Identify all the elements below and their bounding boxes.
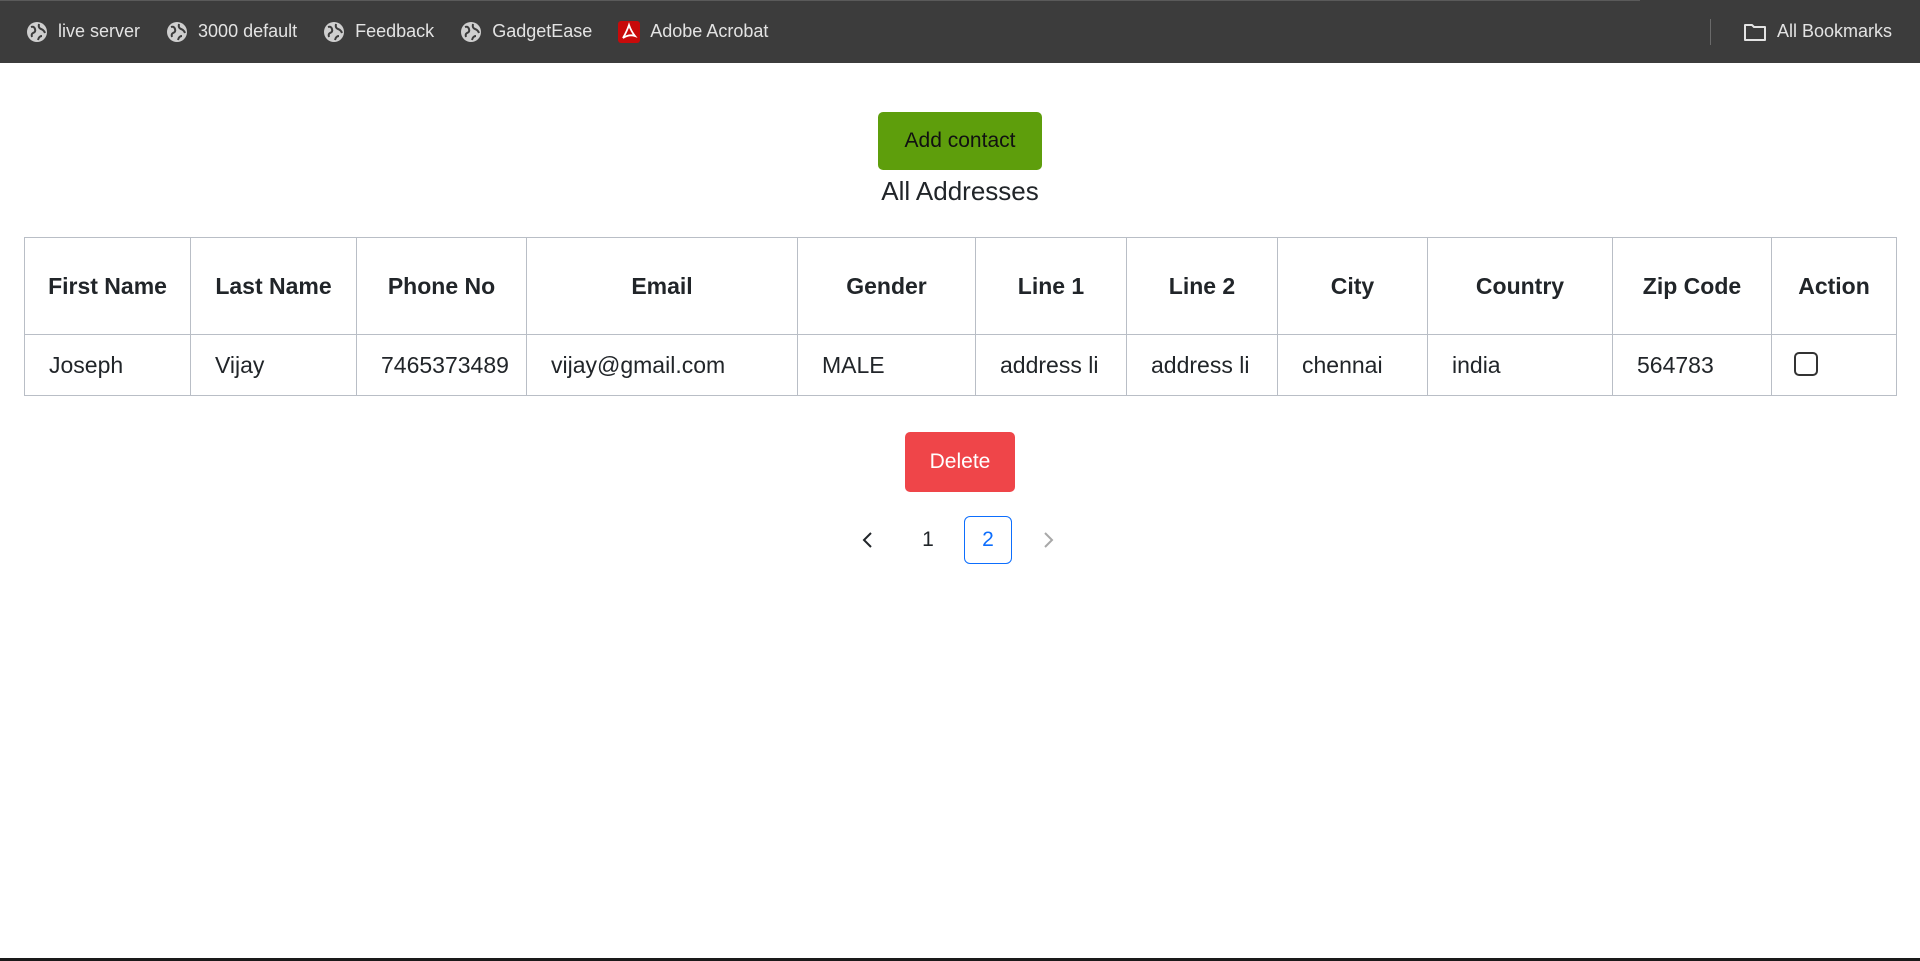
bookmark-live-server[interactable]: live server bbox=[18, 12, 148, 52]
bookmark-label: GadgetEase bbox=[492, 21, 593, 41]
column-header-line1: Line 1 bbox=[975, 237, 1127, 335]
add-contact-button[interactable]: Add contact bbox=[878, 112, 1042, 170]
column-header-line2: Line 2 bbox=[1126, 237, 1278, 335]
column-header-first-name: First Name bbox=[24, 237, 191, 335]
cell-country: india bbox=[1427, 334, 1613, 396]
cell-gender: MALE bbox=[797, 334, 976, 396]
bookmarks-bar: live server 3000 default Feedback Gadget… bbox=[0, 0, 1920, 63]
pagination-prev-button[interactable] bbox=[844, 516, 892, 564]
contacts-table: First Name Last Name Phone No Email Gend… bbox=[24, 237, 1897, 396]
all-bookmarks-label: All Bookmarks bbox=[1776, 21, 1892, 41]
pagination: 1 2 bbox=[844, 516, 1084, 564]
table-row: Joseph Vijay 7465373489 vijay@gmail.com … bbox=[24, 334, 1897, 396]
cell-zip: 564783 bbox=[1612, 334, 1772, 396]
cell-first-name: Joseph bbox=[24, 334, 191, 396]
cell-city: chennai bbox=[1277, 334, 1428, 396]
table-header-row: First Name Last Name Phone No Email Gend… bbox=[24, 237, 1897, 335]
cell-email: vijay@gmail.com bbox=[526, 334, 798, 396]
chevron-left-icon bbox=[862, 532, 872, 548]
bookmarks-divider bbox=[1709, 18, 1711, 45]
bookmark-gadgetease[interactable]: GadgetEase bbox=[452, 12, 600, 52]
bookmark-feedback[interactable]: Feedback bbox=[315, 12, 442, 52]
globe-icon bbox=[167, 21, 188, 42]
column-header-phone: Phone No bbox=[356, 237, 527, 335]
bookmark-label: Feedback bbox=[355, 21, 435, 41]
column-header-city: City bbox=[1277, 237, 1428, 335]
cell-line2: address li bbox=[1126, 334, 1278, 396]
pagination-page-1[interactable]: 1 bbox=[904, 516, 952, 564]
folder-icon bbox=[1743, 23, 1766, 41]
column-header-zip: Zip Code bbox=[1612, 237, 1772, 335]
chevron-right-icon bbox=[1044, 532, 1054, 548]
main-content: Add contact All Addresses First Name Las… bbox=[0, 63, 1920, 961]
cell-phone: 7465373489 bbox=[356, 334, 527, 396]
page-title: All Addresses bbox=[881, 176, 1039, 206]
column-header-email: Email bbox=[526, 237, 798, 335]
all-bookmarks-area: All Bookmarks bbox=[1709, 0, 1900, 63]
cell-line1: address li bbox=[975, 334, 1127, 396]
tab-strip-edge bbox=[0, 0, 1640, 1]
column-header-last-name: Last Name bbox=[190, 237, 357, 335]
column-header-gender: Gender bbox=[797, 237, 976, 335]
column-header-action: Action bbox=[1771, 237, 1897, 335]
bookmark-3000-default[interactable]: 3000 default bbox=[158, 12, 305, 52]
acrobat-icon bbox=[618, 20, 641, 43]
cell-last-name: Vijay bbox=[190, 334, 357, 396]
cell-action bbox=[1771, 334, 1897, 396]
globe-icon bbox=[461, 21, 482, 42]
bookmark-label: 3000 default bbox=[198, 21, 298, 41]
row-select-checkbox[interactable] bbox=[1794, 352, 1818, 377]
pagination-next-button[interactable] bbox=[1024, 516, 1072, 564]
bookmark-label: Adobe Acrobat bbox=[650, 21, 769, 41]
globe-icon bbox=[27, 21, 47, 42]
all-bookmarks-button[interactable]: All Bookmarks bbox=[1735, 12, 1900, 52]
bookmark-label: live server bbox=[58, 21, 141, 41]
delete-button[interactable]: Delete bbox=[905, 432, 1015, 492]
pagination-page-2[interactable]: 2 bbox=[964, 516, 1012, 564]
bookmark-adobe-acrobat[interactable]: Adobe Acrobat bbox=[610, 12, 776, 52]
globe-icon bbox=[324, 21, 345, 42]
column-header-country: Country bbox=[1427, 237, 1613, 335]
